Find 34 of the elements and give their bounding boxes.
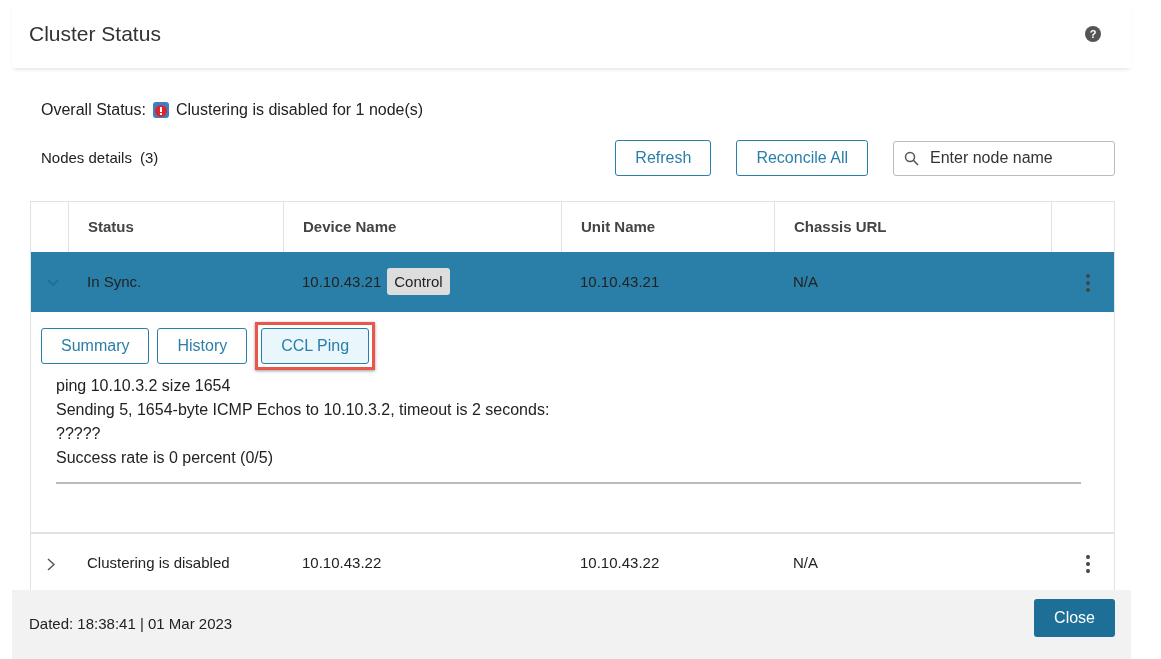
nodes-details-label: Nodes details: [41, 147, 132, 168]
more-options-icon[interactable]: [1086, 555, 1090, 574]
dialog-title: Cluster Status: [29, 21, 161, 48]
status-label: Overall Status:: [41, 100, 146, 120]
column-header: Status: [88, 216, 134, 237]
tab[interactable]: History: [157, 328, 248, 364]
column-header: Chassis URL: [794, 216, 887, 237]
output-line: Sending 5, 1654-byte ICMP Echos to 10.10.3.2, timeout is 2 seconds:: [56, 400, 551, 420]
chevron-right-icon[interactable]: [47, 557, 55, 571]
table-cell: 10.10.43.22: [302, 554, 382, 572]
table-cell: 10.10.43.22: [580, 554, 660, 572]
nodes-count: (3): [139, 147, 159, 168]
table-cell: 10.10.43.21: [580, 272, 660, 290]
table-cell: N/A: [793, 554, 818, 572]
help-icon[interactable]: ?: [1085, 26, 1101, 42]
output-line: ping 10.10.3.2 size 1654: [56, 376, 232, 396]
tab[interactable]: CCL Ping: [261, 328, 370, 364]
table-cell: 10.10.43.21: [302, 272, 382, 290]
role-badge: Control: [387, 267, 450, 295]
column-header: Device Name: [303, 216, 397, 237]
column-header: Unit Name: [581, 216, 656, 237]
tab[interactable]: Summary: [41, 328, 150, 364]
output-line: ?????: [56, 424, 102, 444]
output-line: Success rate is 0 percent (0/5): [56, 448, 274, 468]
toolbar-button[interactable]: Refresh: [615, 140, 712, 176]
table-cell: Clustering is disabled: [87, 554, 230, 572]
toolbar-button[interactable]: Reconcile All: [736, 140, 868, 176]
status-text: Clustering is disabled for 1 node(s): [175, 100, 424, 120]
search-field[interactable]: Enter node name: [893, 140, 1115, 176]
dated-text: Dated: 18:38:41 | 01 Mar 2023: [29, 614, 233, 635]
table-cell: N/A: [793, 272, 818, 290]
close-button[interactable]: Close: [1034, 598, 1115, 637]
alert-icon: [151, 101, 170, 119]
table-cell: In Sync.: [87, 272, 142, 290]
